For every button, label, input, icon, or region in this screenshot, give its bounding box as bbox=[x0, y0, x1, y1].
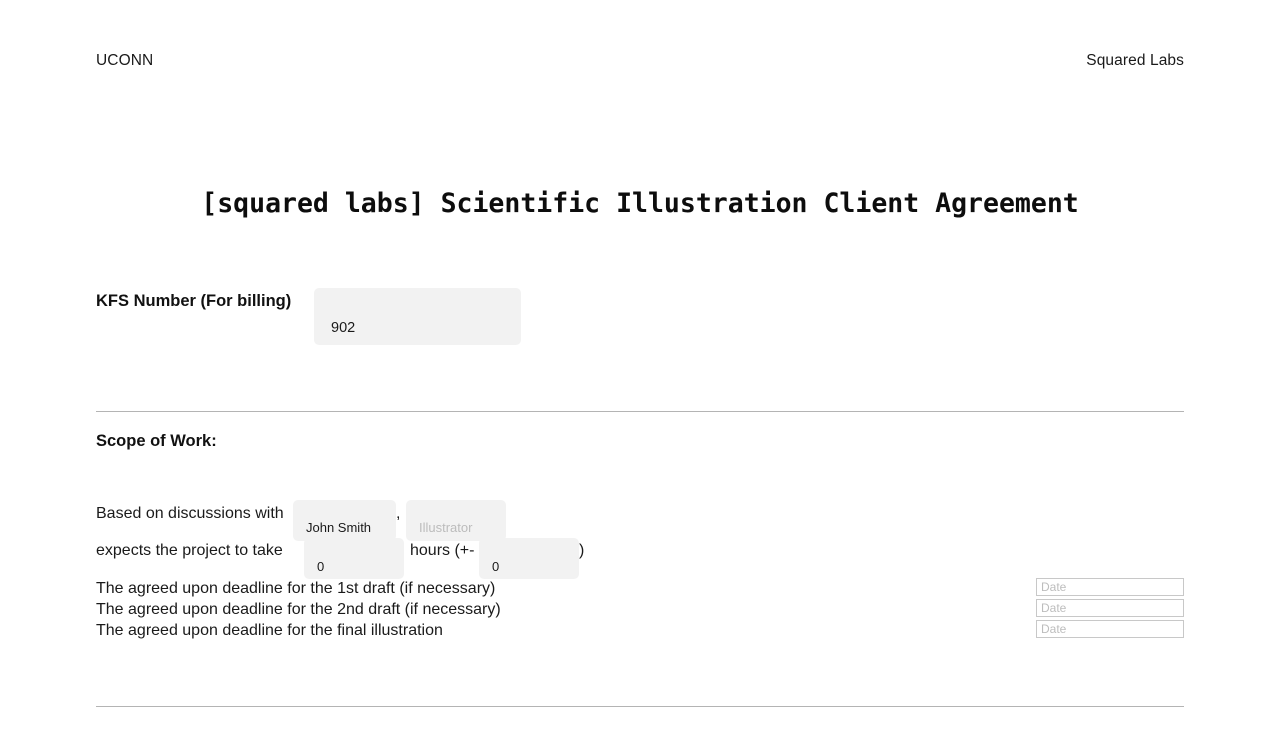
deadline-list: The agreed upon deadline for the 1st dra… bbox=[96, 578, 1184, 641]
deadline-row: The agreed upon deadline for the final i… bbox=[96, 620, 1184, 641]
deadline-row: The agreed upon deadline for the 1st dra… bbox=[96, 578, 1184, 599]
deadline-date-input-first-draft[interactable] bbox=[1036, 578, 1184, 596]
deadline-label-second-draft: The agreed upon deadline for the 2nd dra… bbox=[96, 601, 501, 618]
deadline-label-final-illustration: The agreed upon deadline for the final i… bbox=[96, 622, 443, 639]
deadline-date-input-second-draft[interactable] bbox=[1036, 599, 1184, 617]
scope-sentence-line-1: Based on discussions with bbox=[96, 503, 284, 525]
page-title: [squared labs] Scientific Illustration C… bbox=[201, 188, 1079, 219]
section-divider-top bbox=[96, 411, 1184, 412]
scope-sentence-text-1: Based on discussions with bbox=[96, 505, 284, 522]
kfs-number-row: KFS Number (For billing) bbox=[96, 288, 1184, 348]
illustrator-name-input[interactable] bbox=[406, 500, 506, 541]
closing-paren-label: ) bbox=[579, 542, 585, 559]
kfs-number-input[interactable] bbox=[314, 288, 521, 345]
lab-name: Squared Labs bbox=[1086, 52, 1184, 69]
scope-sentence-line-2: expects the project to take bbox=[96, 540, 283, 562]
page-header: UCONN Squared Labs bbox=[96, 48, 1184, 74]
deadline-row: The agreed upon deadline for the 2nd dra… bbox=[96, 599, 1184, 620]
client-illustrator-separator: , bbox=[396, 505, 401, 522]
deadline-label-first-draft: The agreed upon deadline for the 1st dra… bbox=[96, 580, 496, 597]
estimated-hours-input[interactable] bbox=[304, 538, 404, 579]
scope-of-work-heading: Scope of Work: bbox=[96, 432, 217, 450]
deadline-date-input-final-illustration[interactable] bbox=[1036, 620, 1184, 638]
client-name-input[interactable] bbox=[293, 500, 396, 541]
organization-name: UCONN bbox=[96, 52, 154, 69]
section-divider-bottom bbox=[96, 706, 1184, 707]
kfs-number-label: KFS Number (For billing) bbox=[96, 292, 292, 310]
hours-tolerance-input[interactable] bbox=[479, 538, 579, 579]
hours-plusminus-label: hours (+- bbox=[410, 542, 475, 559]
scope-sentence-text-2: expects the project to take bbox=[96, 542, 283, 559]
